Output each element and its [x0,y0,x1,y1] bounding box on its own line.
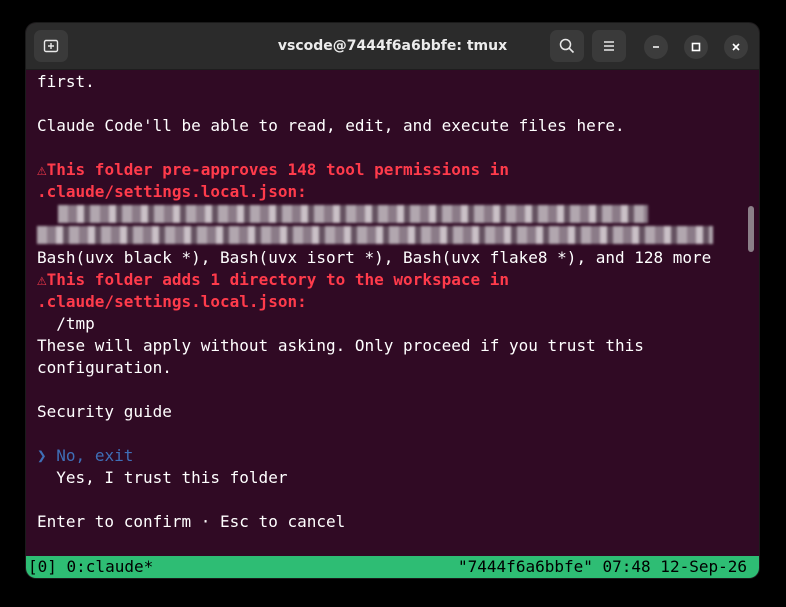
hamburger-menu-icon [604,41,614,51]
option-trust-folder[interactable]: Yes, I trust this folder [37,467,287,489]
terminal-line: configuration. [37,358,172,377]
warning-icon: ⚠ [37,270,47,289]
search-icon [559,38,575,54]
title-bar: vscode@7444f6a6bbfe: tmux [26,23,759,70]
key-hint: Enter to confirm · Esc to cancel [37,512,346,531]
terminal-line: Claude Code'll be able to read, edit, an… [37,116,625,135]
close-icon [732,43,740,51]
search-button[interactable] [550,30,584,62]
menu-button[interactable] [592,30,626,62]
security-guide-link[interactable]: Security guide [37,401,172,423]
scrollbar[interactable] [748,74,754,548]
tmux-status-bar: [0] 0:claude* "7444f6a6bbfe" 07:48 12-Se… [26,556,759,578]
scrollbar-thumb[interactable] [748,206,754,252]
warning-text: This folder adds 1 directory to the work… [46,270,510,289]
warning-text: This folder pre-approves 148 tool permis… [46,160,510,179]
terminal-window: vscode@7444f6a6bbfe: tmux first. Claude … [26,23,759,578]
minimize-icon [653,46,659,48]
settings-path: .claude/settings.local.json: [37,292,307,311]
maximize-button[interactable] [684,35,708,59]
terminal-output[interactable]: first. Claude Code'll be able to read, e… [26,70,759,556]
option-label: No, exit [56,446,134,465]
directory-warning: ⚠This folder adds 1 directory to the wor… [37,269,509,291]
warning-icon: ⚠ [37,160,47,179]
tmux-status-right: "7444f6a6bbfe" 07:48 12-Sep-26 [458,557,747,576]
terminal-line: These will apply without asking. Only pr… [37,336,644,355]
option-no-exit[interactable]: ❯ No, exit [37,445,133,467]
minimize-button[interactable] [644,35,668,59]
tmux-session[interactable]: [0] 0:claude* [28,556,153,578]
close-button[interactable] [724,35,748,59]
redacted-permissions [58,205,648,223]
new-tab-icon [43,39,59,53]
directory-path: /tmp [37,314,95,333]
new-tab-button[interactable] [34,30,68,62]
permissions-warning: ⚠This folder pre-approves 148 tool permi… [37,159,509,181]
redacted-permissions [37,226,713,244]
terminal-line: first. [37,72,95,91]
settings-path: .claude/settings.local.json: [37,182,307,201]
selector-icon: ❯ [37,446,47,465]
permissions-list: Bash(uvx black *), Bash(uvx isort *), Ba… [37,248,712,267]
maximize-icon [691,42,701,52]
